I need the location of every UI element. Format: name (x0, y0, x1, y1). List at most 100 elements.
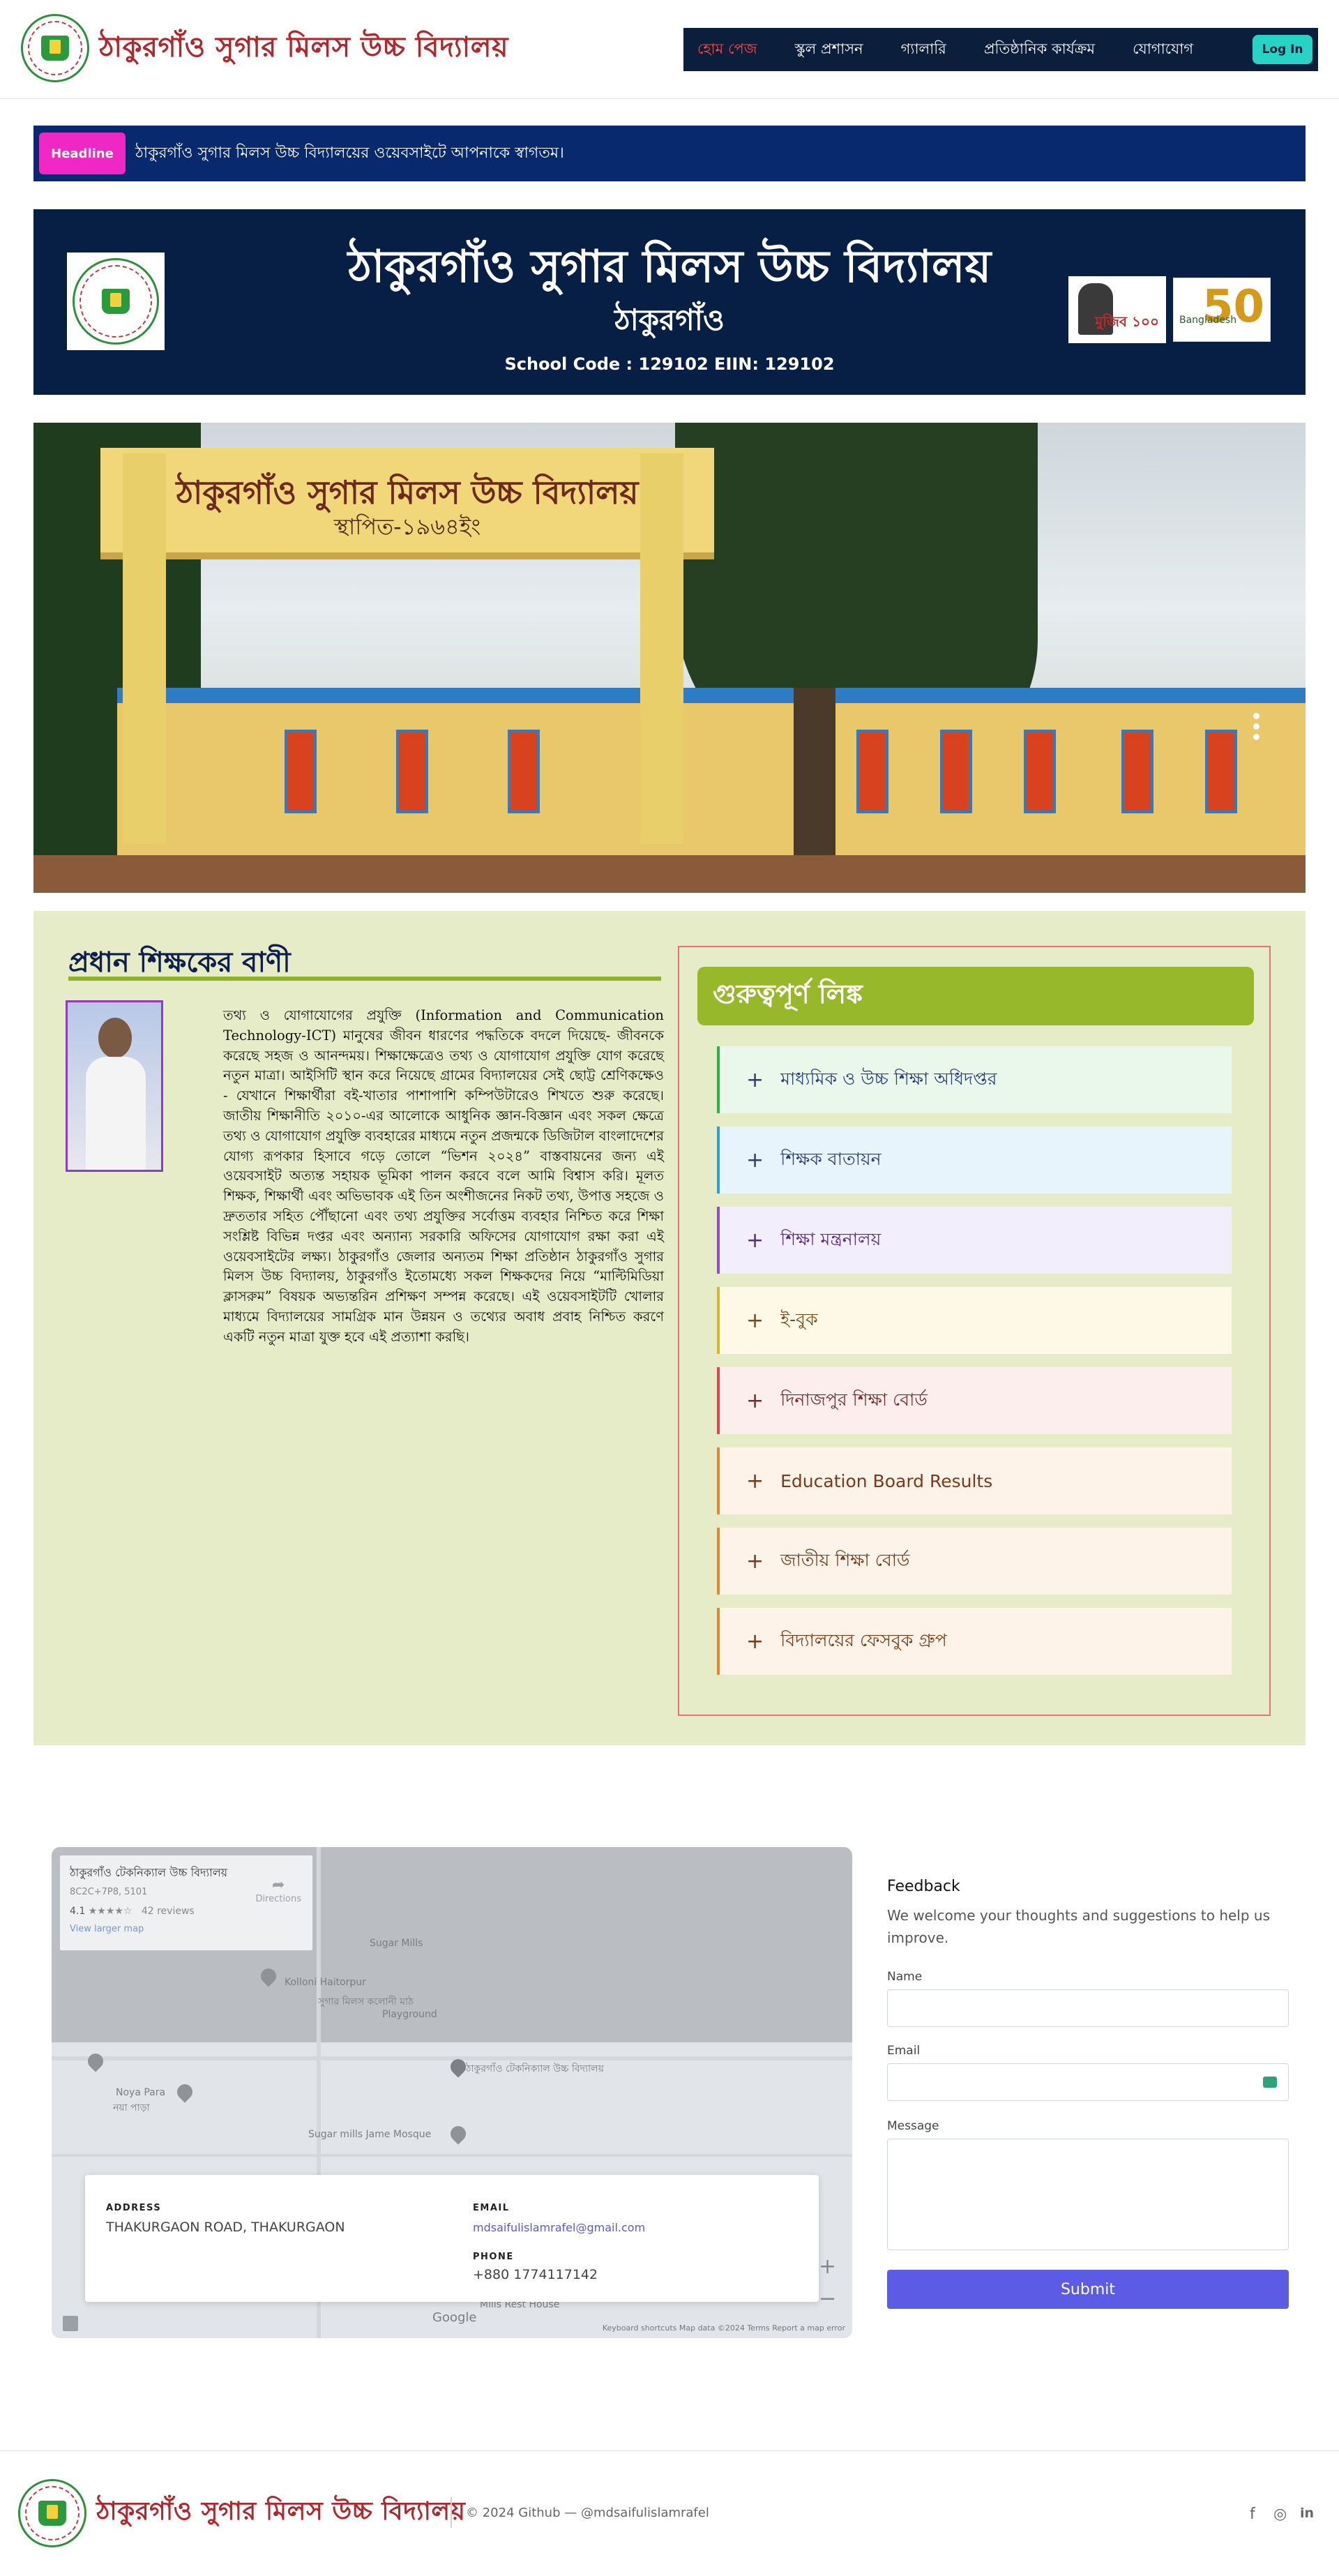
important-link-label: Education Board Results (780, 1470, 993, 1491)
building-window (1024, 730, 1056, 813)
facebook-icon[interactable]: f (1250, 2506, 1255, 2523)
important-link-item[interactable]: + ই-বুক (717, 1287, 1232, 1354)
slider-dot[interactable] (1253, 723, 1259, 730)
plus-icon: + (746, 1067, 764, 1092)
address-label: ADDRESS (106, 2203, 162, 2213)
hero-school-photo: ঠাকুরগাঁও সুগার মিলস উচ্চ বিদ্যালয় স্থা… (33, 423, 1306, 893)
main-section: প্রধান শিক্ষকের বাণী তথ্য ও যোগাযোগের প্… (33, 911, 1306, 1745)
map-label: Kolloni Haitorpur (285, 1977, 366, 1988)
email-link[interactable]: mdsaifulislamrafel@gmail.com (473, 2221, 645, 2234)
headline-text: ঠাকুরগাঁও সুগার মিলস উচ্চ বিদ্যালয়ের ওয… (135, 144, 564, 162)
message-textarea[interactable] (887, 2139, 1289, 2250)
feedback-description: We welcome your thoughts and suggestions… (887, 1907, 1271, 1946)
map-label: ঠাকুরগাঁও টেকনিক্যাল উচ্চ বিদ্যালয় (466, 2063, 604, 2074)
footer-brand[interactable]: ঠাকুরগাঁও সুগার মিলস উচ্চ বিদ্যালয় (18, 2479, 465, 2547)
slider-dot[interactable] (1253, 713, 1259, 719)
main-nav: হোম পেজ স্কুল প্রশাসন গ্যালারি প্রতিষ্ঠা… (683, 28, 1318, 71)
mujib-100-text: মুজিব ১০০ (1095, 313, 1159, 330)
important-link-item[interactable]: + শিক্ষা মন্ত্রনালয় (717, 1207, 1232, 1274)
email-label: EMAIL (473, 2203, 510, 2213)
important-link-label: শিক্ষা মন্ত্রনালয় (780, 1228, 882, 1249)
school-logo (21, 14, 89, 82)
important-link-item[interactable]: + জাতীয় শিক্ষা বোর্ড (717, 1528, 1232, 1595)
gate-arch-subtitle: স্থাপিত-১৯৬৪ইং (333, 513, 481, 540)
footer-copyright: © 2024 Github — @mdsaifulislamrafel (466, 2506, 709, 2520)
building-window (1121, 730, 1153, 813)
bangladesh-50-logo: 50 Bangladesh (1173, 278, 1271, 342)
important-link-item[interactable]: + Education Board Results (717, 1447, 1232, 1514)
plus-icon: + (746, 1147, 764, 1173)
phone-label: PHONE (473, 2252, 514, 2262)
important-link-label: বিদ্যালয়ের ফেসবুক গ্রুপ (780, 1629, 947, 1650)
map-place-card: ঠাকুরগাঁও টেকনিক্যাল উচ্চ বিদ্যালয় 8C2C… (60, 1855, 312, 1950)
map-pin-icon[interactable] (84, 2050, 107, 2072)
school-banner: ঠাকুরগাঁও সুগার মিলস উচ্চ বিদ্যালয় ঠাকু… (33, 209, 1306, 395)
important-link-label: শিক্ষক বাতায়ন (780, 1148, 882, 1169)
name-label: Name (887, 1970, 923, 1984)
important-link-item[interactable]: + শিক্ষক বাতায়ন (717, 1127, 1232, 1193)
map-label: নয়া পাড়া (113, 2102, 150, 2114)
building-window (396, 730, 428, 813)
feedback-title: Feedback (887, 1878, 960, 1895)
login-button[interactable]: Log In (1253, 35, 1312, 64)
headmaster-photo (66, 1000, 163, 1172)
top-header: ঠাকুরগাঁও সুগার মিলস উচ্চ বিদ্যালয় হোম … (0, 0, 1339, 99)
book-icon (38, 2501, 66, 2526)
footer-divider (451, 2497, 452, 2528)
gate-pillar (123, 453, 166, 844)
plus-icon: + (746, 1468, 764, 1493)
instagram-icon[interactable]: ◎ (1273, 2506, 1287, 2523)
slider-dots[interactable] (1253, 713, 1259, 744)
headline-badge: Headline (39, 133, 126, 174)
nav-contact[interactable]: যোগাযোগ (1133, 38, 1193, 62)
zoom-out-button[interactable]: − (819, 2287, 836, 2311)
slider-dot[interactable] (1253, 734, 1259, 740)
building-window (508, 730, 540, 813)
map-reviews-link[interactable]: 42 reviews (142, 1906, 195, 1917)
ground (33, 855, 1306, 893)
footer-brand-title: ঠাকুরগাঁও সুগার মিলস উচ্চ বিদ্যালয় (96, 2497, 466, 2526)
map-label: Playground (382, 2009, 437, 2020)
map-attribution[interactable]: Keyboard shortcuts Map data ©2024 Terms … (52, 2323, 852, 2333)
photo-body (86, 1057, 146, 1170)
important-link-item[interactable]: + বিদ্যালয়ের ফেসবুক গ্রুপ (717, 1608, 1232, 1675)
important-link-label: জাতীয় শিক্ষা বোর্ড (780, 1549, 910, 1570)
mujib-100-logo: মুজিব ১০০ (1068, 276, 1166, 343)
submit-button[interactable]: Submit (887, 2270, 1289, 2309)
email-input[interactable] (887, 2063, 1289, 2101)
directions-button[interactable]: ➦ Directions (255, 1876, 301, 1904)
map-label: Noya Para (116, 2087, 166, 2098)
nav-gallery[interactable]: গ্যালারি (901, 38, 946, 62)
gate-pillar (640, 453, 683, 844)
nav-school-admin[interactable]: স্কুল প্রশাসন (795, 38, 863, 62)
map-label: Sugar mills Jame Mosque (308, 2129, 432, 2140)
phone-value: +880 1774117142 (473, 2267, 598, 2282)
view-larger-map-link[interactable]: View larger map (70, 1924, 303, 1934)
building-window (940, 730, 972, 813)
nav-home[interactable]: হোম পেজ (697, 38, 757, 62)
important-link-label: মাধ্যমিক ও উচ্চ শিক্ষা অধিদপ্তর (780, 1068, 997, 1089)
important-link-label: দিনাজপুর শিক্ষা বোর্ড (780, 1389, 928, 1410)
autofill-icon[interactable] (1263, 2077, 1277, 2088)
zoom-in-button[interactable]: + (819, 2254, 836, 2279)
important-links-title: গুরুত্বপূর্ণ লিঙ্ক (697, 967, 1254, 1025)
map-pin-icon[interactable] (447, 2123, 469, 2145)
directions-label: Directions (255, 1894, 301, 1904)
plus-icon: + (746, 1388, 764, 1413)
building-window (1205, 730, 1237, 813)
map-road (52, 2154, 852, 2157)
directions-icon: ➦ (272, 1876, 285, 1894)
photo-head (98, 1018, 132, 1058)
nav-institutional-activities[interactable]: প্রতিষ্ঠানিক কার্যক্রম (984, 38, 1095, 62)
map-pin-icon[interactable] (174, 2081, 196, 2103)
important-link-item[interactable]: + মাধ্যমিক ও উচ্চ শিক্ষা অধিদপ্তর (717, 1046, 1232, 1113)
important-link-item[interactable]: + দিনাজপুর শিক্ষা বোর্ড (717, 1367, 1232, 1434)
school-logo (18, 2479, 86, 2547)
brand[interactable]: ঠাকুরগাঁও সুগার মিলস উচ্চ বিদ্যালয় (21, 14, 508, 82)
school-code: School Code : 129102 EIIN: 129102 (504, 354, 835, 374)
name-input[interactable] (887, 1989, 1289, 2027)
linkedin-icon[interactable]: in (1300, 2506, 1314, 2521)
book-icon (41, 36, 69, 61)
building-window (285, 730, 317, 813)
contact-card: ADDRESS THAKURGAON ROAD, THAKURGAON EMAI… (85, 2175, 819, 2302)
